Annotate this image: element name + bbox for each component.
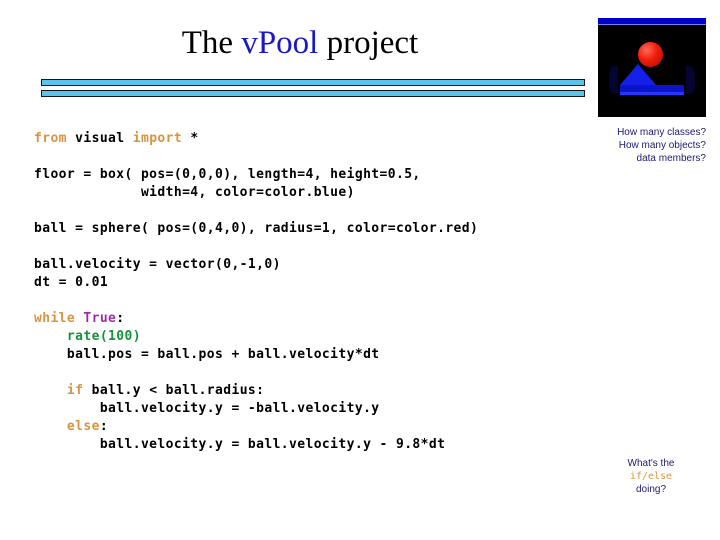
code-token-plain: visual	[66, 131, 133, 146]
code-token-plain: ball.velocity = vector(0,-1,0)	[34, 257, 281, 272]
page-title-prefix: The	[181, 25, 242, 61]
floor-shadow-right	[686, 66, 695, 94]
blue-floor-top-face	[620, 64, 656, 85]
code-token-kw: import	[132, 131, 183, 146]
code-line: width=4, color=color.blue)	[34, 184, 594, 202]
blue-floor-bottom-edge	[620, 92, 684, 95]
code-line: while True:	[34, 310, 594, 328]
code-line: floor = box( pos=(0,0,0), length=4, heig…	[34, 166, 594, 184]
code-token-lit: True	[83, 311, 117, 326]
code-line: ball = sphere( pos=(0,4,0), radius=1, co…	[34, 220, 594, 238]
code-line: ball.velocity.y = ball.velocity.y - 9.8*…	[34, 436, 594, 454]
slide-canvas: The vPool project from visual import * fl…	[0, 0, 720, 540]
code-line: ball.pos = ball.pos + ball.velocity*dt	[34, 346, 594, 364]
code-token-plain: :	[116, 311, 125, 326]
code-token-plain: width=4, color=color.blue)	[34, 185, 355, 200]
page-title-accent: vPool	[241, 25, 319, 61]
floor-shadow-left	[609, 66, 618, 94]
code-line: else:	[34, 418, 594, 436]
page-title: The vPool project	[0, 24, 600, 62]
code-token-fn: rate(100)	[66, 329, 141, 344]
code-token-plain: :	[99, 419, 109, 434]
code-token-kw: while	[34, 311, 76, 326]
code-token-kw: if	[66, 383, 84, 398]
annotation-ifelse-line3: doing?	[635, 484, 667, 495]
code-line: ball.velocity.y = -ball.velocity.y	[34, 400, 594, 418]
code-line: from visual import *	[34, 130, 594, 148]
annotation-classes-line3: data members?	[636, 153, 706, 164]
code-token-plain: dt = 0.01	[34, 275, 109, 290]
vpython-render-thumbnail	[598, 18, 706, 117]
code-listing: from visual import * floor = box( pos=(0,…	[34, 130, 594, 454]
annotation-ifelse: What's the if/else doing?	[596, 457, 706, 496]
code-token-plain: ball.velocity.y = -ball.velocity.y	[34, 401, 380, 416]
code-token-plain: floor = box( pos=(0,0,0), length=4, heig…	[34, 167, 421, 182]
annotation-classes-line1: How many classes?	[617, 127, 706, 138]
page-title-suffix: project	[318, 25, 419, 61]
code-token-plain: ball.velocity.y = ball.velocity.y - 9.8*…	[34, 437, 446, 452]
vpython-window-underline	[598, 24, 706, 25]
code-line: dt = 0.01	[34, 274, 594, 292]
code-line: if ball.y < ball.radius:	[34, 382, 594, 400]
annotation-ifelse-line1: What's the	[627, 458, 675, 469]
annotation-classes: How many classes? How many objects? data m…	[560, 126, 706, 165]
code-line: ball.velocity = vector(0,-1,0)	[34, 256, 594, 274]
code-token-plain: ball.pos = ball.pos + ball.velocity*dt	[34, 347, 380, 362]
code-token-kw: from	[34, 131, 67, 146]
code-token-plain: ball = sphere( pos=(0,4,0), radius=1, co…	[34, 221, 479, 236]
annotation-ifelse-code: if/else	[629, 471, 673, 482]
annotation-classes-line2: How many objects?	[618, 140, 706, 151]
decorative-rule-top	[41, 79, 585, 86]
code-token-plain: ball.y < ball.radius:	[83, 383, 265, 398]
code-token-plain: *	[182, 131, 199, 146]
code-token-kw: else	[66, 419, 100, 434]
code-line: rate(100)	[34, 328, 594, 346]
decorative-rule-bottom	[41, 90, 585, 97]
